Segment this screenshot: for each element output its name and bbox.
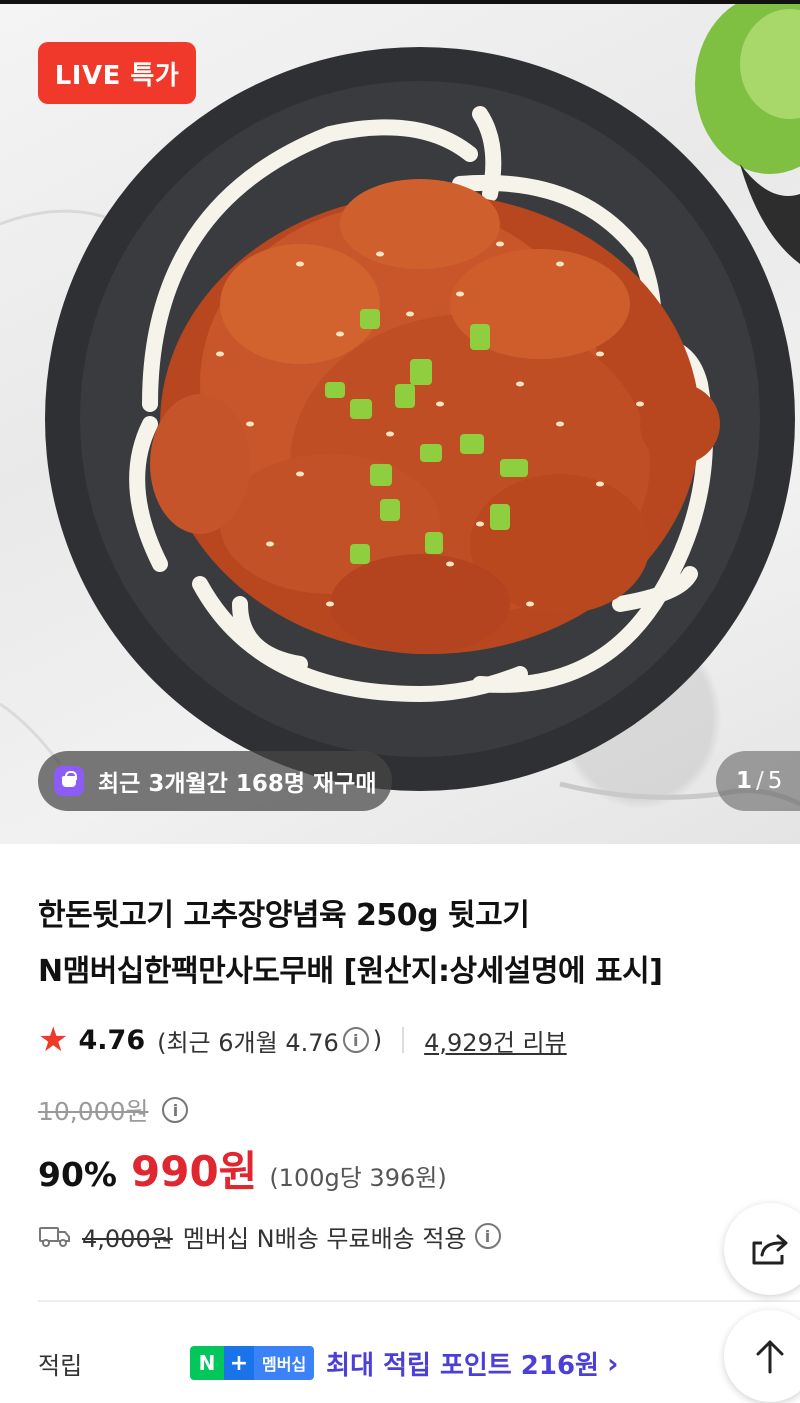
rating-value: 4.76 bbox=[78, 1024, 146, 1056]
shipping-text: 멤버십 N배송 무료배송 적용 bbox=[182, 1224, 467, 1253]
rating-recent-close: ) bbox=[372, 1026, 383, 1054]
naver-n-logo: N bbox=[190, 1346, 224, 1380]
repurchase-info-pill: 최근 3개월간 168명 재구매 bbox=[38, 751, 392, 811]
unit-price: (100g당 396원) bbox=[269, 1164, 447, 1192]
rating-recent-text: (최근 6개월 4.76 bbox=[157, 1028, 339, 1057]
rating-divider bbox=[402, 1027, 405, 1053]
original-price-row: 10,000원 i bbox=[38, 1088, 192, 1132]
page-total: 5 bbox=[767, 768, 783, 794]
page-separator: / bbox=[756, 768, 764, 794]
original-price: 10,000원 bbox=[38, 1097, 149, 1126]
membership-label: 멤버십 bbox=[254, 1346, 315, 1380]
arrow-up-icon bbox=[756, 1340, 784, 1374]
live-deal-badge: LIVE 특가 bbox=[38, 42, 196, 104]
rating-row: ★ 4.76 (최근 6개월 4.76 i ) 4,929건 리뷰 bbox=[38, 1018, 567, 1062]
rating-info-icon[interactable]: i bbox=[342, 1027, 369, 1053]
review-count-link[interactable]: 4,929건 리뷰 bbox=[424, 1023, 567, 1058]
truck-icon bbox=[39, 1227, 70, 1247]
repurchase-text: 최근 3개월간 168명 재구매 bbox=[98, 771, 377, 797]
share-button[interactable] bbox=[724, 1203, 800, 1295]
points-row[interactable]: 적립 N + 멤버십 최대 적립 포인트 216원 › bbox=[38, 1338, 738, 1388]
scroll-to-top-button[interactable] bbox=[724, 1310, 800, 1402]
points-label: 적립 bbox=[38, 1351, 83, 1380]
shopping-bag-icon bbox=[54, 766, 84, 796]
price-row: 90% 990원 (100g당 396원) bbox=[38, 1138, 447, 1198]
shipping-original-fee: 4,000원 bbox=[82, 1224, 173, 1253]
product-photo bbox=[0, 4, 800, 807]
plus-icon: + bbox=[224, 1346, 254, 1380]
product-title-line-2: N맴버십한팩만사도무배 [원산지:상세설명에 표시] bbox=[38, 954, 663, 989]
share-icon bbox=[752, 1234, 788, 1265]
star-icon: ★ bbox=[38, 1020, 69, 1060]
shipping-row: 4,000원 멤버십 N배송 무료배송 적용 i bbox=[38, 1214, 505, 1258]
max-points-text: 최대 적립 포인트 216원 bbox=[326, 1350, 599, 1381]
section-divider bbox=[38, 1300, 800, 1302]
page-current: 1 bbox=[736, 768, 753, 794]
image-page-counter: 1 / 5 bbox=[716, 751, 800, 811]
shipping-info-icon[interactable]: i bbox=[474, 1223, 501, 1249]
chevron-right-icon: › bbox=[606, 1346, 619, 1380]
product-image-carousel[interactable]: LIVE 특가 최근 3개월간 168명 재구매 1 / 5 bbox=[0, 4, 800, 844]
naver-membership-badge: N + 멤버십 bbox=[190, 1346, 315, 1380]
price-info-icon[interactable]: i bbox=[162, 1097, 189, 1123]
product-title: 한돈뒷고기 고추장양념육 250g 뒷고기 N맴버십한팩만사도무배 [원산지:상… bbox=[38, 888, 778, 1000]
product-title-line-1: 한돈뒷고기 고추장양념육 250g 뒷고기 bbox=[38, 898, 530, 933]
discount-rate: 90% bbox=[38, 1155, 117, 1194]
sale-price: 990원 bbox=[131, 1147, 258, 1196]
